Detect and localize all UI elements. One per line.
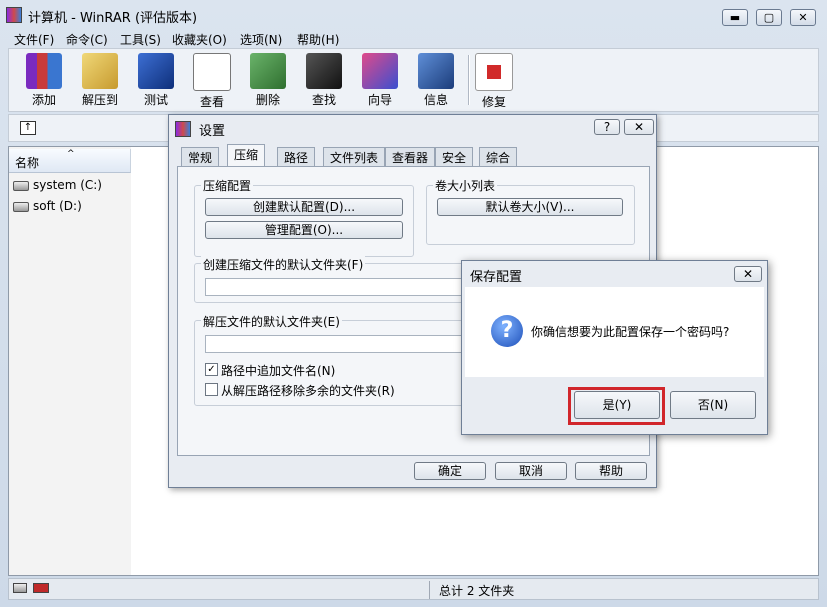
- settings-tabs: 常规 压缩 路径 文件列表 查看器 安全 综合: [177, 144, 637, 167]
- column-header-name[interactable]: 名称 ^: [9, 149, 131, 173]
- toolbar-repair-label: 修复: [481, 95, 506, 109]
- status-divider: [429, 581, 430, 599]
- column-name-label: 名称: [15, 156, 40, 170]
- save-profile-body: ? 你确信想要为此配置保存一个密码吗?: [465, 287, 764, 377]
- extract-to-icon: [82, 53, 118, 89]
- drive-icon: [13, 201, 29, 212]
- default-volume-size-button[interactable]: 默认卷大小(V)...: [437, 198, 623, 216]
- window-title: 计算机 - WinRAR (评估版本): [28, 11, 198, 26]
- list-item[interactable]: soft (D:): [13, 199, 82, 213]
- toolbar-add-label: 添加: [31, 93, 56, 107]
- append-name-label: 路径中追加文件名(N): [221, 364, 336, 378]
- toolbar-find-label: 查找: [311, 93, 336, 107]
- minimize-button[interactable]: ▬: [722, 9, 748, 26]
- toolbar-delete-label: 删除: [255, 93, 280, 107]
- winrar-app-icon: [6, 7, 22, 23]
- save-profile-dialog: 保存配置 ✕ ? 你确信想要为此配置保存一个密码吗? 是(Y) 否(N): [461, 260, 768, 435]
- settings-close-button[interactable]: ✕: [624, 119, 654, 135]
- toolbar-info-button[interactable]: 信息: [409, 51, 463, 113]
- question-icon: ?: [491, 315, 523, 347]
- settings-dialog-icon: [175, 121, 191, 137]
- compression-profile-label: 压缩配置: [201, 177, 254, 194]
- yes-button[interactable]: 是(Y): [574, 391, 660, 419]
- test-icon: [138, 53, 174, 89]
- maximize-button[interactable]: ▢: [756, 9, 782, 26]
- toolbar-wizard-label: 向导: [367, 93, 392, 107]
- settings-dialog-title: 设置: [199, 124, 226, 139]
- drive-icon: [13, 180, 29, 191]
- view-icon: [193, 53, 231, 91]
- status-text: 总计 2 文件夹: [439, 584, 515, 598]
- compression-profile-group: 压缩配置 创建默认配置(D)... 管理配置(O)...: [194, 177, 414, 257]
- cancel-button[interactable]: 取消: [495, 462, 567, 480]
- default-archive-folder-label: 创建压缩文件的默认文件夹(F): [201, 256, 366, 273]
- menu-file[interactable]: 文件(F): [14, 31, 54, 48]
- toolbar-view-button[interactable]: 查看: [185, 51, 239, 113]
- delete-icon: [250, 53, 286, 89]
- repair-icon: [475, 53, 513, 91]
- find-icon: [306, 53, 342, 89]
- save-profile-close-button[interactable]: ✕: [734, 266, 762, 282]
- toolbar-info-label: 信息: [423, 93, 448, 107]
- toolbar-extract-label: 解压到: [81, 93, 118, 107]
- default-extract-folder-label: 解压文件的默认文件夹(E): [201, 313, 342, 330]
- tab-security[interactable]: 安全: [435, 147, 474, 166]
- create-default-profile-button[interactable]: 创建默认配置(D)...: [205, 198, 403, 216]
- tab-compression[interactable]: 压缩: [227, 144, 266, 167]
- sort-arrow-icon: ^: [67, 149, 75, 159]
- tab-file-list[interactable]: 文件列表: [323, 147, 386, 166]
- toolbar-repair-button[interactable]: 修复: [467, 51, 521, 113]
- menu-commands[interactable]: 命令(C): [66, 31, 108, 48]
- tab-viewer[interactable]: 查看器: [385, 147, 436, 166]
- drive-status-icon[interactable]: [13, 583, 27, 593]
- toolbar-test-button[interactable]: 测试: [129, 51, 183, 113]
- append-name-checkbox[interactable]: ✓: [205, 363, 218, 376]
- menu-options[interactable]: 选项(N): [240, 31, 282, 48]
- add-archive-icon: [26, 53, 62, 89]
- key-status-icon: [33, 583, 49, 593]
- toolbar-find-button[interactable]: 查找: [297, 51, 351, 113]
- toolbar-add-button[interactable]: 添加: [17, 51, 71, 113]
- toolbar-view-label: 查看: [199, 95, 224, 109]
- menu-help[interactable]: 帮助(H): [297, 31, 339, 48]
- tab-general[interactable]: 常规: [181, 147, 220, 166]
- remove-redundant-label: 从解压路径移除多余的文件夹(R): [221, 384, 395, 398]
- list-item[interactable]: system (C:): [13, 178, 102, 192]
- ok-button[interactable]: 确定: [414, 462, 486, 480]
- volume-size-label: 卷大小列表: [433, 177, 498, 194]
- toolbar-extract-button[interactable]: 解压到: [73, 51, 127, 113]
- save-profile-title: 保存配置: [470, 270, 523, 285]
- drive-label: soft (D:): [33, 199, 82, 213]
- tab-integration[interactable]: 综合: [479, 147, 518, 166]
- title-bar: 计算机 - WinRAR (评估版本) ▬ ▢ ✕: [0, 0, 827, 30]
- wizard-icon: [362, 53, 398, 89]
- menu-tools[interactable]: 工具(S): [120, 31, 161, 48]
- toolbar: 添加 解压到 测试 查看 删除 查找 向导 信息 修复: [8, 48, 819, 112]
- menu-favorites[interactable]: 收藏夹(O): [172, 31, 227, 48]
- save-profile-message: 你确信想要为此配置保存一个密码吗?: [531, 325, 730, 339]
- settings-help-button[interactable]: ?: [594, 119, 620, 135]
- no-button[interactable]: 否(N): [670, 391, 756, 419]
- menu-bar: 文件(F) 命令(C) 工具(S) 收藏夹(O) 选项(N) 帮助(H): [0, 30, 827, 48]
- up-folder-icon[interactable]: ↑: [20, 121, 36, 135]
- toolbar-test-label: 测试: [143, 93, 168, 107]
- help-button[interactable]: 帮助: [575, 462, 647, 480]
- manage-profiles-button[interactable]: 管理配置(O)...: [205, 221, 403, 239]
- remove-redundant-checkbox[interactable]: [205, 383, 218, 396]
- close-button[interactable]: ✕: [790, 9, 816, 26]
- toolbar-wizard-button[interactable]: 向导: [353, 51, 407, 113]
- tab-paths[interactable]: 路径: [277, 147, 316, 166]
- file-list-column: 名称 ^ system (C:) soft (D:): [9, 147, 131, 575]
- info-icon: [418, 53, 454, 89]
- drive-label: system (C:): [33, 178, 102, 192]
- volume-size-group: 卷大小列表 默认卷大小(V)...: [426, 177, 635, 245]
- toolbar-delete-button[interactable]: 删除: [241, 51, 295, 113]
- status-bar: 总计 2 文件夹: [8, 578, 819, 600]
